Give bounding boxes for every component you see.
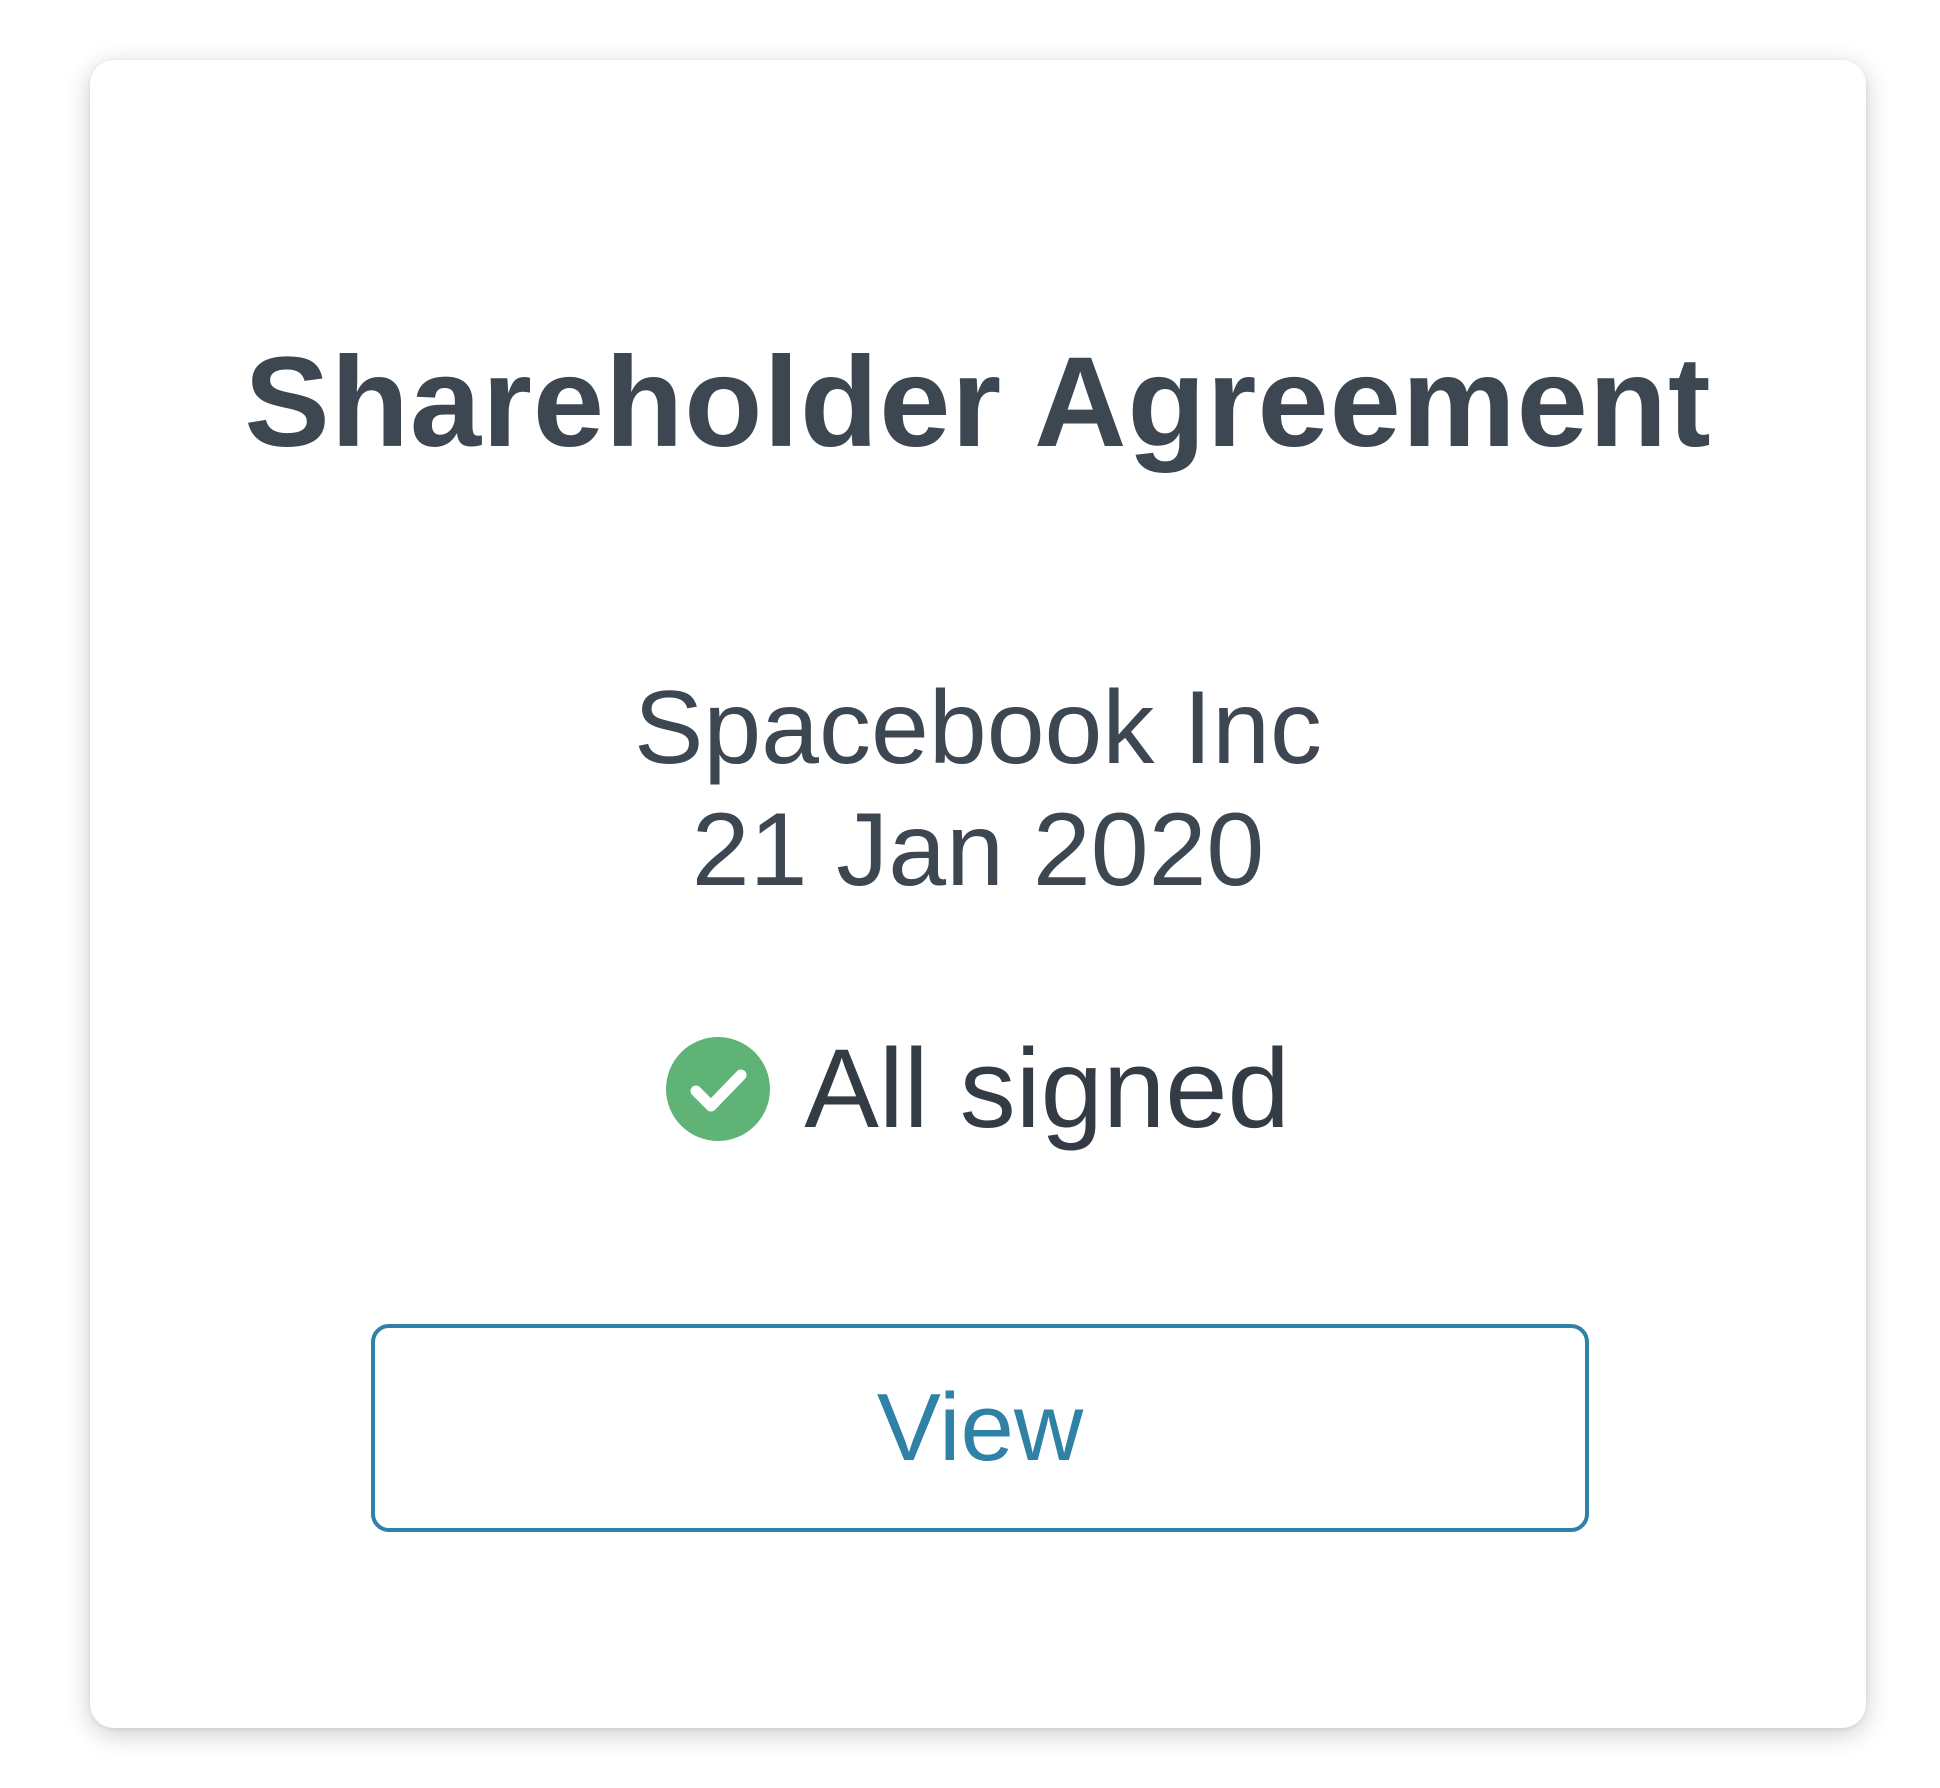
document-card: Shareholder Agreement Spacebook Inc 21 J… bbox=[90, 60, 1866, 1728]
document-title: Shareholder Agreement bbox=[244, 331, 1712, 474]
status-label: All signed bbox=[804, 1026, 1290, 1151]
signature-status: All signed bbox=[90, 1024, 1866, 1154]
check-circle-icon bbox=[666, 1037, 771, 1141]
company-name: Spacebook Inc bbox=[633, 670, 1323, 786]
document-date: 21 Jan 2020 bbox=[691, 792, 1265, 908]
view-button[interactable]: View bbox=[371, 1324, 1589, 1532]
